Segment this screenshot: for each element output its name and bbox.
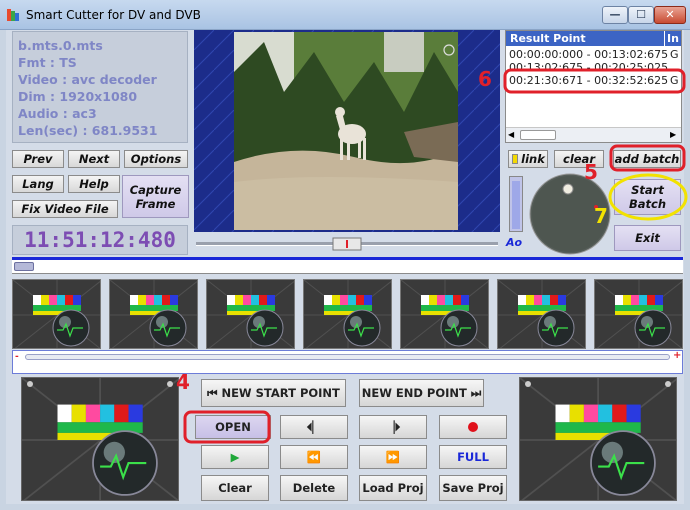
range-left-marker[interactable]: - [15, 352, 19, 362]
main-window: b.mts.0.mts Fmt : TS Video : avc decoder… [6, 30, 684, 504]
volume-slider[interactable] [509, 176, 523, 232]
next-frame-button[interactable]: ▕⏵ [359, 415, 427, 439]
thumbnail-frame[interactable] [109, 279, 198, 349]
result-header-extra: In [667, 32, 679, 45]
annotation-6: 6 [478, 67, 492, 91]
window-title: Smart Cutter for DV and DVB [26, 8, 201, 22]
screw-icon [665, 381, 671, 387]
annotation-4: 4 [176, 370, 190, 394]
rewind-button[interactable]: ⏪ [280, 445, 348, 469]
list-item[interactable]: 00:13:02:675 - 00:20:25:025G [509, 61, 668, 71]
app-icon [7, 9, 19, 21]
help-button[interactable]: Help [68, 175, 120, 193]
seek-slider[interactable] [196, 236, 498, 252]
clear-button[interactable]: Clear [201, 475, 269, 501]
record-button[interactable] [439, 415, 507, 439]
control-area: ⏮ NEW START POINT NEW END POINT ⏭ OPEN ⏴… [12, 377, 683, 504]
add-batch-button[interactable]: add batch [613, 150, 681, 168]
screw-icon [525, 381, 531, 387]
prev-frame-button[interactable]: ⏴▏ [280, 415, 348, 439]
next-frame-icon: ▕⏵ [385, 419, 401, 434]
scroll-right-icon[interactable]: ▶ [670, 130, 676, 139]
timeline-thumb[interactable] [14, 262, 34, 271]
scroll-left-icon[interactable]: ◀ [508, 130, 514, 139]
range-selector[interactable]: - + [12, 350, 683, 374]
lang-button[interactable]: Lang [12, 175, 64, 193]
annotation-7: 7 [594, 204, 608, 228]
scroll-thumb[interactable] [520, 130, 556, 140]
fast-forward-button[interactable]: ⏩ [359, 445, 427, 469]
ao-label: Ao [506, 236, 523, 249]
timeline-scrollbar[interactable] [12, 257, 683, 274]
open-button[interactable]: OPEN [195, 415, 271, 439]
end-preview [519, 377, 677, 501]
info-audio: Audio : ac3 [18, 106, 97, 121]
prev-frame-icon: ⏴▏ [306, 419, 322, 434]
screw-icon [27, 381, 33, 387]
full-button[interactable]: FULL [439, 445, 507, 469]
thumbnail-frame[interactable] [12, 279, 101, 349]
play-button[interactable]: ▶ [201, 445, 269, 469]
result-horizontal-scrollbar[interactable]: ◀ ▶ [506, 127, 681, 142]
delete-button[interactable]: Delete [280, 475, 348, 501]
file-info-panel: b.mts.0.mts Fmt : TS Video : avc decoder… [12, 31, 188, 143]
options-button[interactable]: Options [124, 150, 188, 168]
annotation-5: 5 [584, 160, 598, 184]
capture-frame-button[interactable]: Capture Frame [122, 175, 189, 218]
link-indicator-icon [512, 154, 518, 164]
info-length: Len(sec) : 681.9531 [18, 123, 158, 138]
range-right-marker[interactable]: + [673, 350, 681, 361]
close-button[interactable]: ✕ [654, 6, 686, 24]
title-bar: Smart Cutter for DV and DVB — ☐ ✕ [0, 0, 690, 30]
video-frame-image [234, 32, 458, 230]
prev-button[interactable]: Prev [12, 150, 64, 168]
video-preview [194, 30, 500, 232]
thumbnail-frame[interactable] [206, 279, 295, 349]
new-start-point-button[interactable]: ⏮ NEW START POINT [201, 379, 346, 407]
play-icon: ▶ [230, 450, 240, 464]
result-header-main: Result Point [510, 32, 586, 45]
fast-forward-icon: ⏩ [385, 450, 401, 464]
info-video: Video : avc decoder [18, 72, 157, 87]
thumbnail-frame[interactable] [303, 279, 392, 349]
info-dim: Dim : 1920x1080 [18, 89, 138, 104]
start-preview [21, 377, 179, 501]
load-proj-button[interactable]: Load Proj [359, 475, 427, 501]
thumbnail-frame[interactable] [400, 279, 489, 349]
info-format: Fmt : TS [18, 55, 77, 70]
link-button[interactable]: link [508, 150, 548, 168]
fix-video-file-button[interactable]: Fix Video File [12, 200, 118, 218]
record-icon [468, 422, 478, 432]
list-item[interactable]: 00:21:30:671 - 00:32:52:625 G [509, 74, 679, 87]
thumbnail-frame[interactable] [594, 279, 683, 349]
minimize-button[interactable]: — [602, 6, 628, 24]
save-proj-button[interactable]: Save Proj [439, 475, 507, 501]
new-end-point-button[interactable]: NEW END POINT ⏭ [359, 379, 484, 407]
exit-button[interactable]: Exit [614, 225, 681, 251]
time-display: 11:51:12:480 [12, 225, 188, 255]
maximize-button[interactable]: ☐ [628, 6, 654, 24]
result-header: Result Point In [506, 31, 681, 46]
result-point-list[interactable]: Result Point In 00:00:00:000 - 00:13:02:… [505, 30, 682, 143]
list-item[interactable]: 00:00:00:000 - 00:13:02:675 G [509, 48, 679, 61]
start-batch-button[interactable]: Start Batch [614, 179, 681, 215]
skip-start-icon: ⏮ [207, 385, 218, 400]
info-filename: b.mts.0.mts [18, 38, 103, 53]
thumbnail-frame[interactable] [497, 279, 586, 349]
skip-end-icon: ⏭ [470, 385, 482, 400]
screw-icon [167, 381, 173, 387]
rewind-icon: ⏪ [306, 450, 322, 464]
next-button[interactable]: Next [68, 150, 120, 168]
